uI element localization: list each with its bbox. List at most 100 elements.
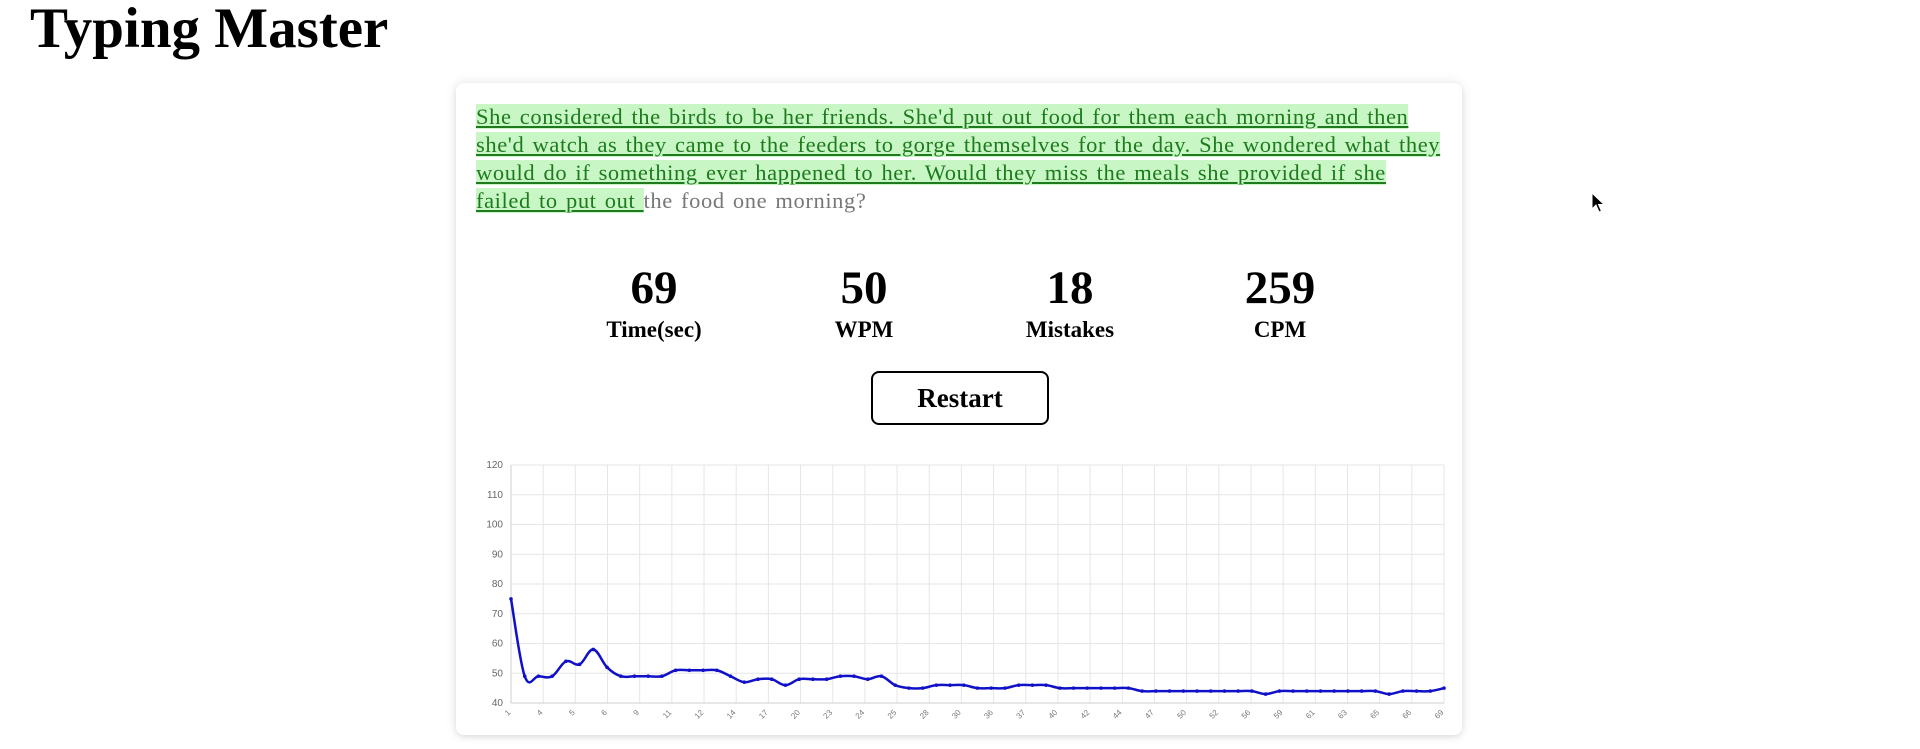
stat-cpm: 259 CPM	[1200, 260, 1360, 344]
x-tick-label: 28	[918, 708, 931, 721]
stats-panel: 69 Time(sec) 50 WPM 18 Mistakes 259 CPM	[456, 260, 1462, 350]
x-tick-label: 20	[789, 708, 802, 721]
data-point	[934, 683, 939, 687]
x-tick-label: 4	[535, 708, 545, 718]
stat-time-value: 69	[630, 262, 678, 314]
data-point	[797, 677, 801, 681]
data-point	[1167, 689, 1172, 693]
y-tick-label: 40	[492, 698, 504, 709]
remaining-text: the food one morning?	[643, 188, 867, 213]
data-point	[1359, 689, 1364, 693]
data-point	[1195, 689, 1199, 693]
data-point	[632, 674, 637, 679]
x-tick-label: 44	[1111, 708, 1124, 721]
data-point	[742, 680, 747, 684]
x-tick-label: 59	[1272, 708, 1285, 721]
data-point	[1030, 683, 1035, 687]
data-point	[673, 668, 678, 673]
data-point	[1304, 689, 1309, 693]
typed-text: She considered the birds to be her frien…	[476, 104, 1441, 213]
data-point	[1126, 686, 1131, 690]
data-point	[865, 677, 870, 681]
y-tick-label: 70	[492, 609, 504, 620]
data-point	[522, 674, 527, 679]
data-point	[591, 647, 596, 652]
x-tick-label: 61	[1304, 708, 1317, 721]
x-tick-label: 24	[854, 708, 867, 721]
data-point	[879, 674, 884, 679]
data-point	[907, 686, 911, 690]
x-tick-label: 12	[693, 708, 706, 721]
x-tick-label: 11	[661, 708, 674, 721]
x-tick-label: 36	[982, 708, 995, 721]
data-point	[811, 677, 815, 681]
stat-cpm-value: 259	[1244, 262, 1316, 314]
data-point	[1222, 689, 1227, 693]
stat-mistakes-value: 18	[1046, 262, 1094, 314]
data-point	[1140, 689, 1144, 693]
restart-button[interactable]: Restart	[871, 371, 1049, 425]
data-point	[564, 659, 568, 664]
typing-passage[interactable]: She considered the birds to be her frien…	[476, 103, 1446, 215]
x-tick-label: 47	[1143, 708, 1156, 721]
data-point	[1099, 686, 1103, 690]
x-tick-label: 52	[1208, 708, 1221, 721]
x-tick-label: 6	[599, 708, 609, 718]
x-tick-label: 50	[1175, 708, 1188, 721]
data-point	[824, 677, 829, 681]
data-point	[1332, 689, 1337, 693]
data-point	[756, 677, 760, 681]
chart-axes: 4050607080901001101201 4 5 6 9 11 12 14 17 20 23 24…	[486, 460, 1445, 721]
data-point	[1208, 689, 1213, 693]
data-point	[783, 683, 788, 687]
data-point	[536, 674, 541, 679]
data-point	[1085, 686, 1090, 690]
x-tick-label: 66	[1401, 708, 1414, 721]
data-point	[618, 674, 623, 679]
x-tick-label: 63	[1336, 708, 1349, 721]
data-point	[509, 597, 513, 601]
data-point	[1373, 689, 1378, 693]
data-point	[1414, 689, 1419, 693]
data-point	[975, 686, 980, 690]
stat-wpm-value: 50	[840, 262, 888, 314]
y-tick-label: 90	[492, 549, 504, 560]
x-tick-label: 30	[950, 708, 963, 721]
x-tick-label: 69	[1433, 708, 1446, 721]
data-point	[1277, 689, 1282, 693]
stat-mistakes-label: Mistakes	[1025, 317, 1115, 342]
data-point	[728, 674, 733, 679]
data-point	[1442, 686, 1446, 690]
y-tick-label: 100	[486, 520, 503, 531]
y-tick-label: 50	[492, 668, 504, 679]
data-point	[550, 674, 554, 679]
data-point	[1003, 686, 1007, 690]
chart-series	[509, 597, 1446, 696]
typing-card: She considered the birds to be her frien…	[456, 83, 1462, 735]
data-point	[1263, 692, 1268, 696]
data-point	[1236, 689, 1240, 693]
x-tick-label: 1	[503, 708, 513, 718]
data-point	[948, 683, 952, 687]
data-point	[1346, 689, 1350, 693]
wpm-line-chart: 4050607080901001101201 4 5 6 9 11 12 14 17 20 23 24…	[486, 460, 1446, 721]
data-point	[1071, 686, 1076, 690]
x-tick-label: 37	[1015, 708, 1028, 721]
x-tick-label: 40	[1047, 708, 1060, 721]
x-tick-label: 56	[1240, 708, 1253, 721]
data-point	[893, 683, 897, 687]
app-title: Typing Master	[30, 0, 389, 60]
y-tick-label: 60	[492, 639, 504, 650]
data-point	[687, 668, 692, 673]
data-point	[1058, 686, 1062, 690]
chart-grid	[510, 464, 1445, 704]
series-line	[509, 598, 1445, 696]
data-point	[1112, 686, 1117, 690]
x-tick-label: 42	[1079, 708, 1092, 721]
data-point	[1401, 689, 1405, 693]
x-tick-label: 65	[1368, 708, 1381, 721]
data-point	[920, 686, 925, 690]
x-tick-label: 5	[567, 708, 577, 718]
stat-cpm-label: CPM	[1253, 317, 1307, 342]
stat-mistakes: 18 Mistakes	[990, 260, 1150, 344]
